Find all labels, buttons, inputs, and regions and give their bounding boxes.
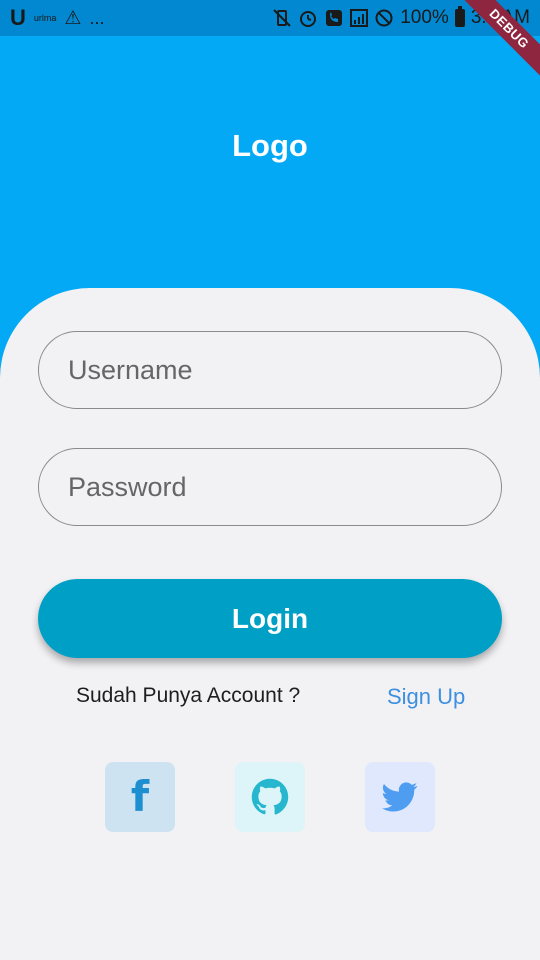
facebook-button[interactable]: f (105, 762, 175, 832)
twitter-icon (382, 782, 418, 812)
app-notification-label: urlma (33, 13, 57, 23)
do-not-disturb-icon (374, 8, 394, 28)
facebook-icon: f (130, 772, 150, 821)
signal-icon (350, 9, 369, 27)
vibrate-icon (272, 8, 292, 28)
battery-percent: 100% (400, 7, 449, 28)
more-notifications: ... (89, 7, 105, 28)
login-button[interactable]: Login (38, 579, 502, 658)
password-input[interactable] (38, 448, 502, 526)
status-bar: U urlma ⚠ ... 100% 3:0 AM (0, 0, 540, 36)
twitter-button[interactable] (365, 762, 435, 832)
battery-icon (454, 6, 465, 27)
phone-icon (324, 8, 344, 28)
github-button[interactable] (235, 762, 305, 832)
app-notification-icon: U (10, 5, 26, 30)
alarm-icon (298, 8, 318, 28)
status-bar-left: U urlma ⚠ ... (10, 5, 104, 31)
github-icon (251, 778, 289, 815)
logo-text: Logo (232, 128, 308, 163)
warning-icon: ⚠ (64, 7, 82, 29)
username-input[interactable] (38, 331, 502, 409)
account-prompt: Sudah Punya Account ? (76, 684, 301, 707)
sign-up-link[interactable]: Sign Up (387, 684, 465, 710)
